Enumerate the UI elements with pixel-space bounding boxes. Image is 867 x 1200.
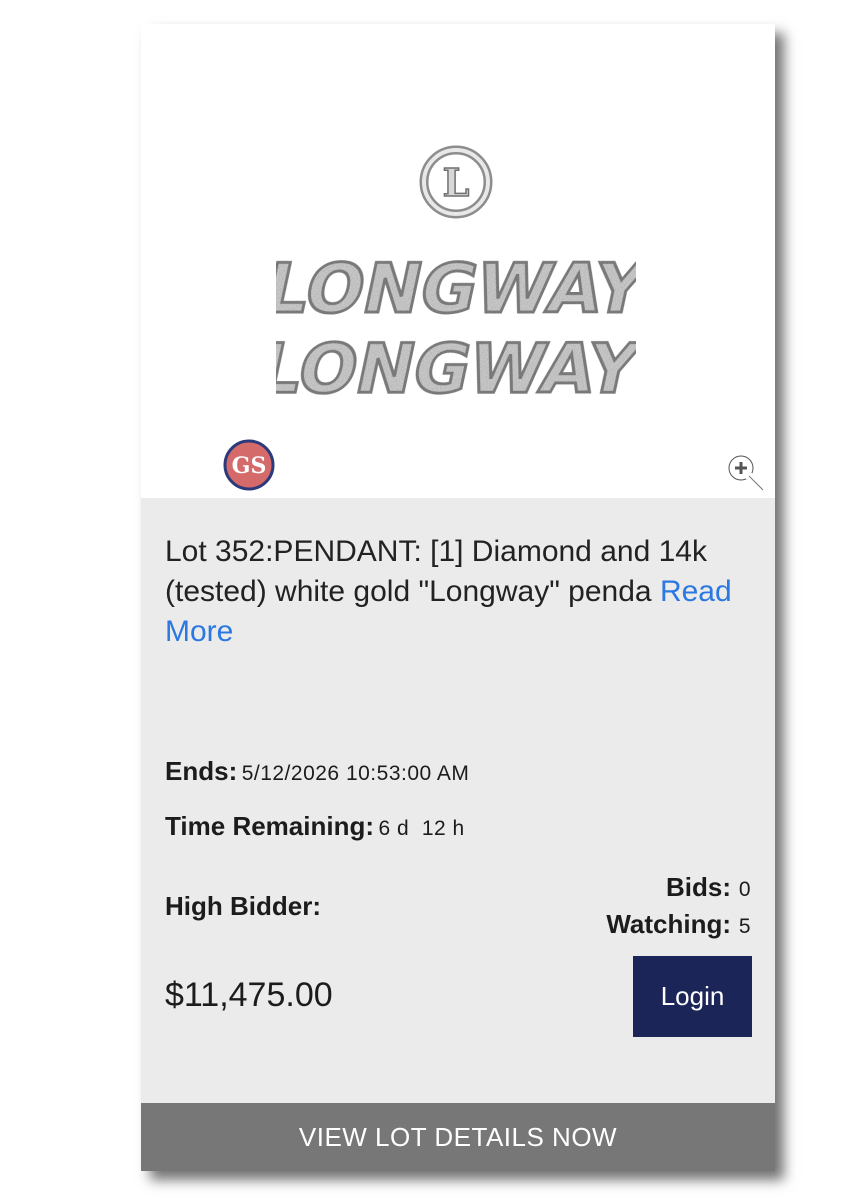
svg-text:L: L	[443, 160, 470, 205]
high-bidder-label: High Bidder:	[165, 891, 321, 921]
bid-stats: Bids: 0 Watching: 5	[606, 871, 751, 945]
time-remaining-label: Time Remaining:	[165, 811, 375, 841]
zoom-in-icon[interactable]	[723, 450, 771, 498]
high-bidder: High Bidder:	[165, 891, 321, 922]
watching-row: Watching: 5	[606, 908, 751, 945]
lot-image[interactable]: L LONGWAY LONGWAY GS	[141, 24, 775, 498]
svg-text:GS: GS	[232, 453, 267, 479]
view-lot-details-button[interactable]: VIEW LOT DETAILS NOW	[141, 1103, 775, 1171]
bids-value: 0	[738, 878, 751, 901]
current-price: $11,475.00	[165, 976, 333, 1014]
lot-title: Lot 352:PENDANT: [1] Diamond and 14k (te…	[165, 532, 745, 652]
bids-label: Bids:	[666, 872, 731, 902]
svg-text:LONGWAY: LONGWAY	[276, 250, 636, 329]
login-button[interactable]: Login	[633, 956, 752, 1037]
time-remaining-row: Time Remaining: 6 d 12 h	[165, 811, 465, 842]
pendant-image: L LONGWAY LONGWAY	[276, 145, 636, 410]
lot-title-text: Lot 352:PENDANT: [1] Diamond and 14k (te…	[165, 535, 707, 608]
watching-value: 5	[738, 915, 751, 938]
bids-row: Bids: 0	[606, 871, 751, 908]
seller-logo: GS	[223, 439, 275, 491]
time-remaining-value: 6 d 12 h	[378, 817, 465, 840]
ends-label: Ends:	[165, 756, 238, 786]
ends-value: 5/12/2026 10:53:00 AM	[241, 762, 470, 785]
lot-card: L LONGWAY LONGWAY GS Lot 352:PENDANT: [1…	[141, 24, 775, 1171]
svg-text:LONGWAY: LONGWAY	[276, 330, 636, 409]
ends-row: Ends: 5/12/2026 10:53:00 AM	[165, 756, 469, 787]
watching-label: Watching:	[606, 909, 731, 939]
